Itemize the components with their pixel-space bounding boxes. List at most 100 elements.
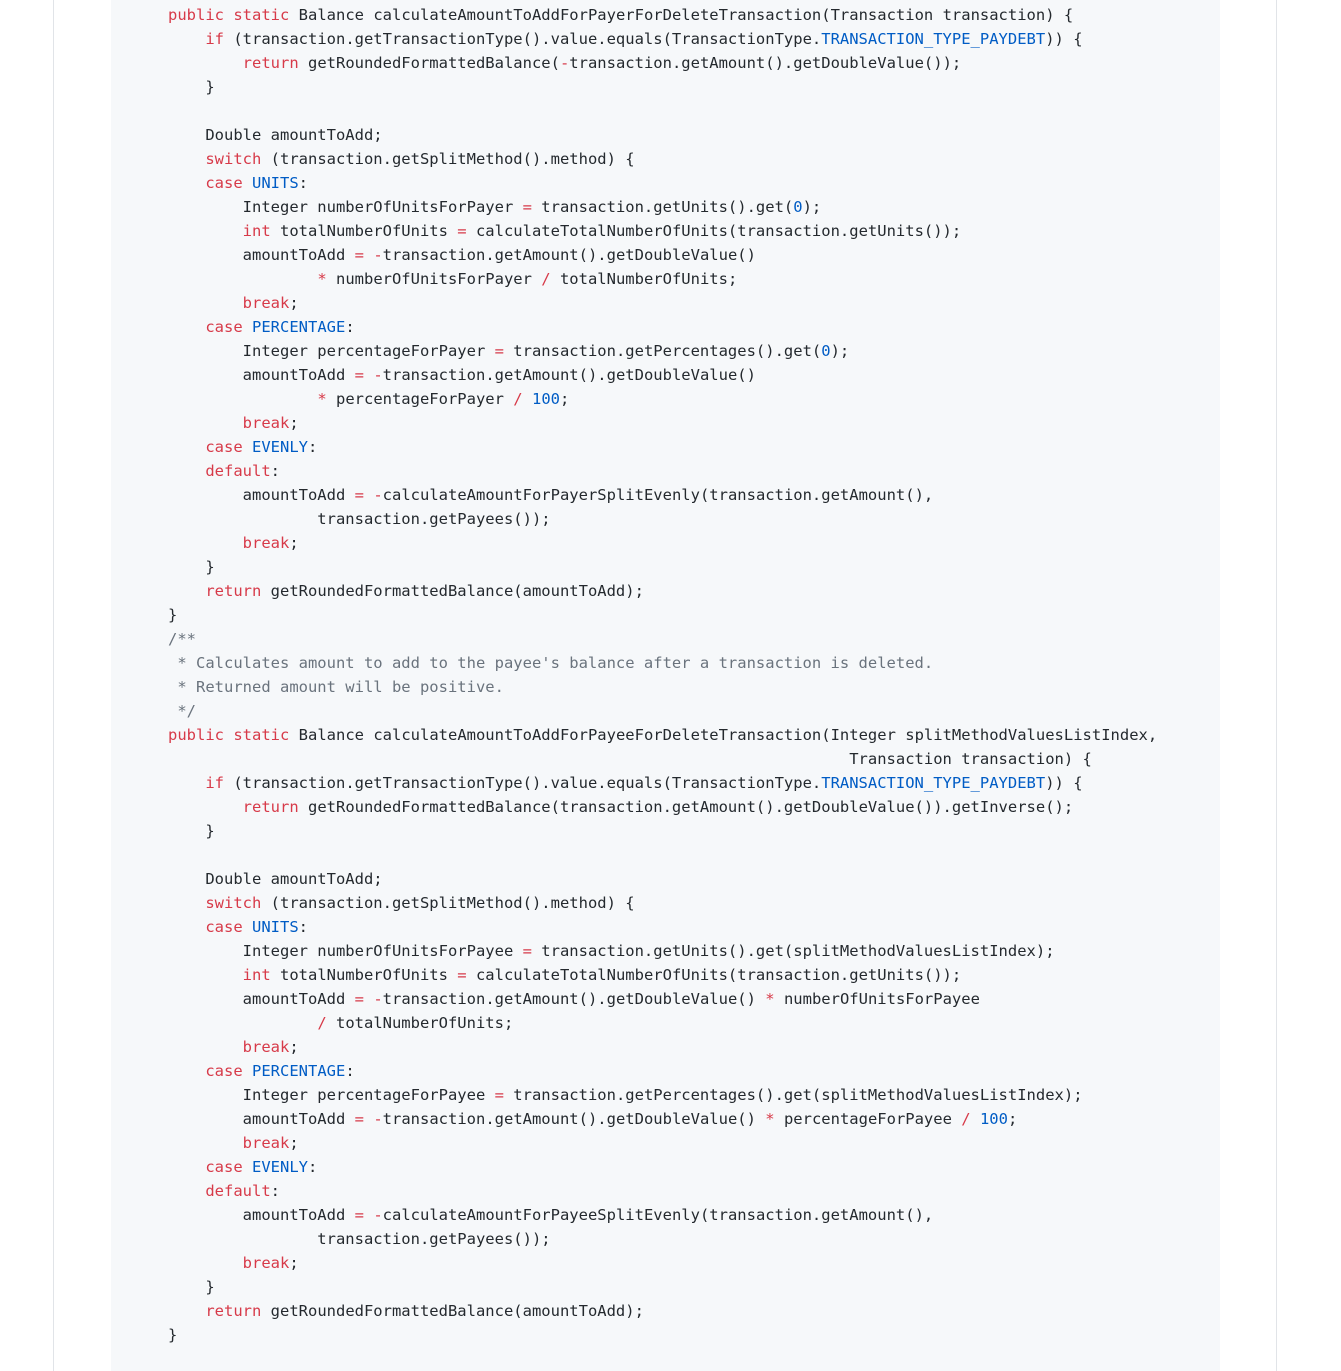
code-keyword: return [242,54,299,72]
code-keyword: case [205,318,243,336]
code-text: (transaction.getTransactionType().value.… [224,30,822,48]
code-line: public static Balance calculateAmountToA… [168,3,1157,27]
code-line: * Calculates amount to add to the payee'… [168,651,1157,675]
code-line: * percentageForPayer / 100; [168,387,1157,411]
code-text: : [298,918,309,936]
code-operator: - [373,1110,383,1128]
code-text: : [298,174,309,192]
code-text: amountToAdd [168,1206,355,1224]
code-text: ; [289,294,299,312]
code-text: (transaction.getTransactionType().value.… [224,774,822,792]
code-keyword: return [205,582,262,600]
code-text: calculateAmountForPayeeSplitEvenly(trans… [382,1206,934,1224]
code-keyword: break [242,1134,290,1152]
code-operator: * [765,990,775,1008]
code-keyword: break [242,1038,290,1056]
code-operator: = [354,246,364,264]
code-line: transaction.getPayees()); [168,1227,1157,1251]
code-line: case EVENLY: [168,1155,1157,1179]
code-operator: / [961,1110,971,1128]
code-line: default: [168,459,1157,483]
code-operator: = [354,990,364,1008]
code-line: } [168,603,1157,627]
code-keyword: int [242,222,271,240]
code-line: } [168,819,1157,843]
code-text: Integer percentageForPayer [168,342,495,360]
code-keyword: break [242,294,290,312]
code-operator: * [317,270,327,288]
code-block[interactable]: public static Balance calculateAmountToA… [111,0,1220,1371]
code-keyword: switch [205,150,262,168]
code-number: 0 [821,342,831,360]
code-line: break; [168,531,1157,555]
code-text: amountToAdd [168,246,355,264]
code-text: ; [1007,1110,1018,1128]
code-line: transaction.getPayees()); [168,507,1157,531]
code-text: numberOfUnitsForPayee [774,990,980,1008]
code-operator: = [354,486,364,504]
code-line: Integer numberOfUnitsForPayee = transact… [168,939,1157,963]
code-text: totalNumberOfUnits [270,222,458,240]
code-comment: * Calculates amount to add to the payee'… [168,654,934,672]
code-text: transaction.getAmount().getDoubleValue() [382,990,766,1008]
code-constant: EVENLY [252,438,308,456]
code-text: : [270,462,280,480]
code-keyword: return [205,1302,262,1320]
code-line: return getRoundedFormattedBalance(-trans… [168,51,1157,75]
code-operator: = [354,1206,364,1224]
code-line: case UNITS: [168,171,1157,195]
code-constant: EVENLY [252,1158,308,1176]
code-text: ; [289,1134,299,1152]
code-line: } [168,555,1157,579]
code-text: : [308,1158,318,1176]
code-line: amountToAdd = -transaction.getAmount().g… [168,363,1157,387]
code-text: : [345,1062,355,1080]
code-text: amountToAdd [168,486,355,504]
code-text: amountToAdd [168,366,355,384]
code-text: amountToAdd [168,1110,355,1128]
code-text: getRoundedFormattedBalance( [298,54,560,72]
code-text: getRoundedFormattedBalance(amountToAdd); [261,1302,644,1320]
code-comment: * Returned amount will be positive. [168,678,504,696]
code-constant: PERCENTAGE [252,318,346,336]
code-keyword: if [205,774,224,792]
code-text: transaction.getPayees()); [168,1230,551,1248]
code-keyword: switch [205,894,262,912]
page-frame: public static Balance calculateAmountToA… [53,0,1277,1371]
code-line: Integer percentageForPayee = transaction… [168,1083,1157,1107]
code-text: ; [289,534,299,552]
code-line: switch (transaction.getSplitMethod().met… [168,891,1157,915]
code-keyword: break [242,1254,290,1272]
code-keyword: int [242,966,271,984]
code-line: * Returned amount will be positive. [168,675,1157,699]
code-number: 0 [793,198,803,216]
code-content[interactable]: public static Balance calculateAmountToA… [111,3,1157,1347]
code-line: case PERCENTAGE: [168,1059,1157,1083]
code-keyword: return [242,798,299,816]
code-line: if (transaction.getTransactionType().val… [168,27,1157,51]
code-text: : [345,318,355,336]
code-operator: = [354,1110,364,1128]
